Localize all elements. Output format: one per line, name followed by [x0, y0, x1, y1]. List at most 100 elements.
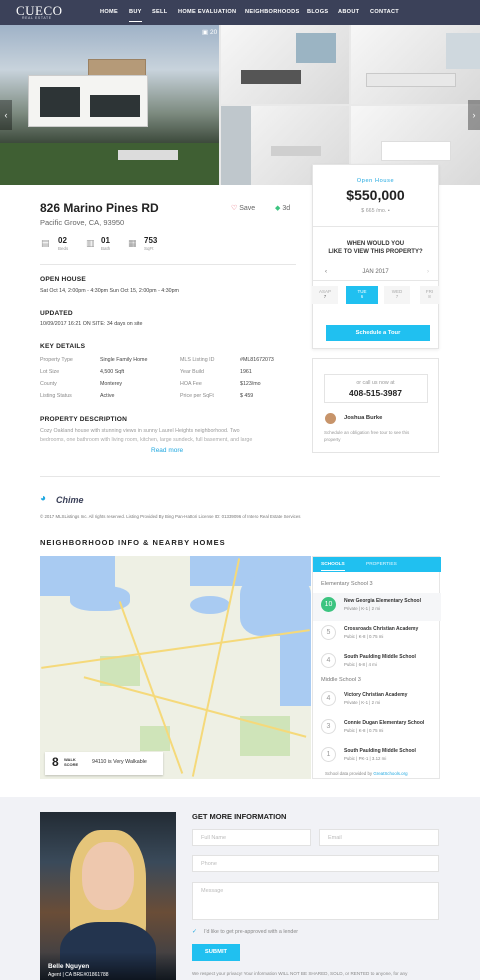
school-row[interactable]: 4 Victory Christian Academy Private | K-…	[313, 687, 441, 715]
phone-field[interactable]: Phone	[192, 855, 439, 872]
date-option[interactable]: WED 7	[384, 286, 410, 304]
walk-score-text: 94110 is Very Walkable	[92, 759, 147, 765]
date-option[interactable]: ASAP 7	[312, 286, 338, 304]
school-name: Connie Dugan Elementary School	[344, 720, 425, 726]
date-number: 7	[323, 294, 327, 299]
full-name-field[interactable]: Full Name	[192, 829, 311, 846]
bed-icon: ▤	[41, 238, 50, 248]
date-number: 7	[395, 294, 399, 299]
photo-gallery: ▣ 20 ‹ ›	[0, 25, 480, 185]
schedule-tour-button[interactable]: Schedule a Tour	[326, 325, 430, 341]
price: $550,000	[346, 187, 405, 203]
3d-tour-label: 3d	[282, 205, 291, 212]
detail-label: HOA Fee	[180, 381, 202, 387]
detail-label: Year Build	[180, 369, 204, 375]
greatschools-link[interactable]: GreatSchools.org	[373, 771, 407, 776]
date-option[interactable]: FRI 8	[420, 286, 439, 304]
detail-label: County	[40, 381, 57, 387]
month-next-icon[interactable]: ›	[427, 269, 429, 275]
divider	[40, 476, 440, 477]
property-title: 826 Marino Pines RD	[40, 201, 159, 215]
view-question-line: WHEN WOULD YOU	[346, 241, 405, 247]
avatar	[325, 413, 336, 424]
submit-button[interactable]: SUBMIT	[192, 944, 240, 961]
detail-value: #ML81672073	[240, 357, 274, 363]
date-option-selected[interactable]: TUE 6	[346, 286, 378, 304]
school-meta: Pubic | K-8 | 0.75 mi	[344, 728, 384, 733]
nav-item-buy[interactable]: BUY	[129, 9, 142, 22]
date-number: 8	[428, 294, 431, 299]
school-name: New Georgia Elementary School	[344, 598, 421, 604]
chime-logo-icon: ◕	[40, 493, 47, 504]
school-row[interactable]: 10 New Georgia Elementary School Private…	[313, 593, 441, 621]
monthly-value: $ 665 /mo.	[361, 208, 387, 214]
school-row[interactable]: 4 South Paulding Middle School Pubic | 6…	[313, 649, 441, 677]
neighborhood-map[interactable]: 8 WALK SCORE 94110 is Very Walkable	[40, 556, 311, 779]
detail-value: $ 459	[240, 393, 254, 399]
walk-score-value: 8	[52, 755, 59, 769]
nav-item-home-evaluation[interactable]: HOME EVALUATION	[178, 9, 236, 15]
top-nav: CUECO REAL ESTATE HOME BUY SELL HOME EVA…	[0, 0, 480, 25]
agent-photo	[40, 812, 176, 980]
preapproved-checkbox[interactable]: ✓	[192, 928, 197, 935]
elementary-heading: Elementary School 3	[321, 581, 373, 587]
detail-label: Price per SqFt	[180, 393, 214, 399]
neighborhood-heading: NEIGHBORHOOD INFO & NEARBY HOMES	[40, 538, 226, 547]
school-data-credit: School data provided by GreatSchools.org	[325, 771, 408, 776]
detail-label: MLS Listing ID	[180, 357, 215, 363]
brand-name[interactable]: Chime	[56, 495, 84, 505]
read-more-link[interactable]: Read more	[151, 447, 183, 454]
photo-count-value: 20	[209, 29, 218, 36]
gallery-photo-lounge[interactable]	[351, 25, 480, 104]
middle-heading: Middle School 3	[321, 677, 361, 683]
date-number: 6	[360, 294, 364, 299]
gallery-photo-living-room[interactable]	[221, 25, 349, 104]
school-meta: Pubic | 6-8 | 4 mi	[344, 662, 377, 667]
school-meta: Private | K-1 | 2 mi	[344, 606, 380, 611]
email-field[interactable]: Email	[319, 829, 439, 846]
gallery-prev-arrow-icon[interactable]: ‹	[0, 100, 12, 130]
school-row[interactable]: 3 Connie Dugan Elementary School Pubic |…	[313, 715, 441, 743]
detail-value: 4,500 Sqft	[100, 369, 125, 375]
tab-properties[interactable]: PROPERTIES	[366, 562, 397, 567]
nav-item-neighborhoods[interactable]: NEIGHBORHOODS	[245, 9, 300, 15]
agent-name: Joshua Burke	[344, 415, 383, 421]
open-house-times: Sat Oct 14, 2:00pm - 4:30pm Sun Oct 15, …	[40, 288, 179, 294]
gallery-next-arrow-icon[interactable]: ›	[468, 100, 480, 130]
sqft-label: SqFt	[144, 246, 154, 251]
school-name: South Paulding Middle School	[344, 748, 416, 754]
detail-value: Active	[100, 393, 115, 399]
nav-item-home[interactable]: HOME	[100, 9, 118, 15]
save-label: Save	[239, 205, 256, 212]
detail-value: 1961	[240, 369, 252, 375]
sqft-value: 753	[144, 236, 158, 245]
view-question-line: LIKE TO VIEW THIS PROPERTY?	[328, 249, 423, 255]
message-field[interactable]: Message	[192, 882, 439, 920]
school-name: Victory Christian Academy	[344, 692, 408, 698]
detail-label: Lot Size	[40, 369, 60, 375]
agent-phone[interactable]: 408-515-3987	[313, 388, 438, 398]
school-row[interactable]: 1 South Paulding Middle School Pubic | P…	[313, 743, 441, 771]
main-property-photo[interactable]	[0, 25, 219, 185]
detail-value: Single Family Home	[100, 357, 148, 363]
save-button[interactable]: ♡ Save	[231, 204, 255, 212]
baths-value: 01	[101, 236, 110, 245]
nav-item-contact[interactable]: CONTACT	[370, 9, 399, 15]
nav-item-sell[interactable]: SELL	[152, 9, 168, 15]
school-row[interactable]: 5 Crossroads Christian Academy Pubic | K…	[313, 621, 441, 649]
nav-item-about[interactable]: ABOUT	[338, 9, 359, 15]
updated-heading: UPDATED	[40, 310, 73, 317]
heart-icon: ♡	[231, 205, 238, 212]
area-icon: ▦	[128, 238, 137, 248]
walk-score-box[interactable]: 8 WALK SCORE 94110 is Very Walkable	[45, 752, 163, 775]
3d-tour-button[interactable]: ◆ 3d	[275, 204, 290, 212]
agent-license: Agent | CA BRE#01861788	[48, 972, 109, 978]
key-details-heading: KEY DETAILS	[40, 343, 86, 350]
calendar-month: JAN 2017	[362, 269, 389, 275]
description-heading: PROPERTY DESCRIPTION	[40, 416, 128, 423]
tab-schools[interactable]: SCHOOLS	[321, 562, 345, 571]
nav-item-blogs[interactable]: BLOGS	[307, 9, 328, 15]
schools-tabs: SCHOOLS PROPERTIES	[313, 557, 441, 572]
monthly-payment[interactable]: $ 665 /mo. ▪	[313, 208, 438, 214]
photo-count[interactable]: ▣ 20	[202, 28, 217, 36]
